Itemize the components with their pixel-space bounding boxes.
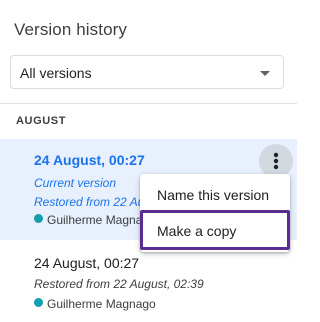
- current-version-label: Current version: [34, 176, 117, 190]
- author-name: Guilherme Magnag: [47, 212, 150, 227]
- caret-down-icon: [260, 71, 270, 76]
- menu-item-make-a-copy[interactable]: Make a copy: [140, 210, 290, 250]
- version-history-title: Version history: [14, 20, 127, 39]
- version-context-menu: Name this version Make a copy: [140, 174, 290, 252]
- restored-from-label: Restored from 22 Aug: [34, 195, 151, 209]
- version-item-previous[interactable]: 24 August, 00:27 Restored from 22 August…: [0, 246, 297, 316]
- version-author: Guilherme Magnag: [34, 211, 149, 227]
- restored-from-label: Restored from 22 August, 02:39: [34, 277, 204, 291]
- author-color-dot: [34, 298, 43, 308]
- month-section-label: AUGUST: [16, 115, 67, 127]
- version-timestamp: 24 August, 00:27: [34, 152, 145, 168]
- version-author: Guilherme Magnago: [34, 295, 156, 311]
- version-filter-select[interactable]: All versions: [10, 55, 284, 89]
- more-vert-icon: [273, 152, 279, 170]
- version-timestamp: 24 August, 00:27: [34, 255, 140, 271]
- header-divider: [0, 103, 297, 104]
- version-filter-value: All versions: [20, 65, 92, 81]
- author-color-dot: [34, 214, 43, 224]
- menu-item-name-this-version[interactable]: Name this version: [140, 180, 290, 210]
- more-options-button[interactable]: [259, 144, 293, 178]
- author-name: Guilherme Magnago: [47, 296, 156, 311]
